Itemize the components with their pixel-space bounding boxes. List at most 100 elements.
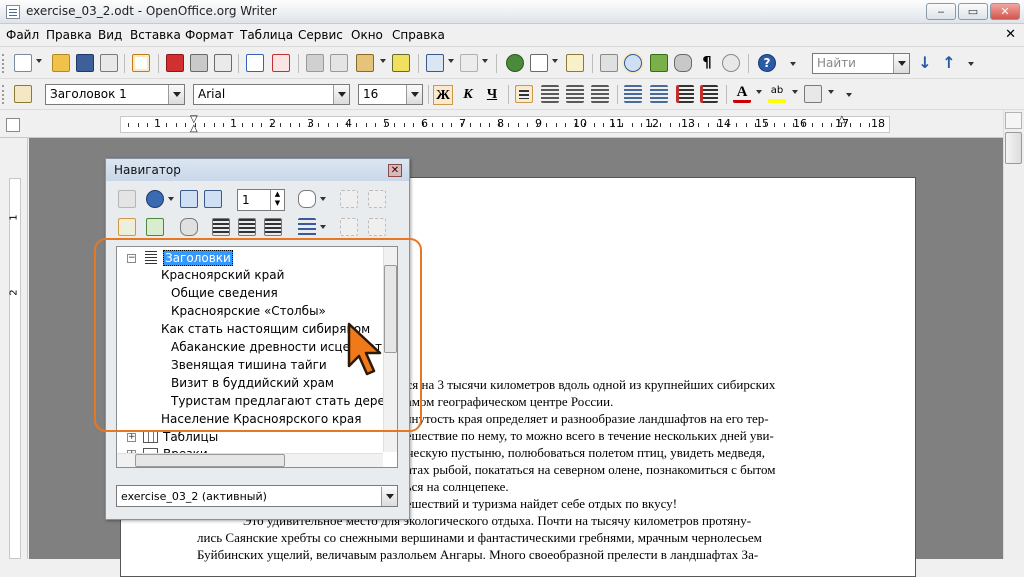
align-center-icon[interactable] [541, 85, 559, 103]
export-pdf-icon[interactable] [166, 54, 184, 72]
menu-help[interactable]: Справка [392, 28, 445, 42]
document-text-line: тешествий и туризма найдет себе отдых по… [400, 496, 678, 511]
find-replace-icon[interactable] [600, 54, 618, 72]
ruler-tick [318, 123, 319, 127]
vertical-scrollbar[interactable] [1003, 110, 1024, 559]
menu-table[interactable]: Таблица [240, 28, 293, 42]
navigation-icon[interactable] [146, 190, 164, 208]
align-left-icon[interactable] [515, 85, 533, 103]
maximize-button[interactable]: ▭ [958, 3, 988, 20]
cut-icon[interactable] [306, 54, 324, 72]
drag-mode-icon[interactable] [298, 190, 316, 208]
document-close-button[interactable]: ✕ [1005, 27, 1016, 42]
paste-icon[interactable] [356, 54, 374, 72]
ruler-tick [423, 123, 424, 127]
hyperlink-icon[interactable] [506, 54, 524, 72]
menu-edit[interactable]: Правка [46, 28, 92, 42]
ruler-number: 13 [681, 117, 695, 130]
menu-window[interactable]: Окно [351, 28, 383, 42]
minimize-button[interactable]: ‒ [926, 3, 956, 20]
italic-button[interactable]: К [458, 85, 478, 105]
increase-indent-icon[interactable] [700, 85, 718, 103]
paragraph-style-select[interactable]: Заголовок 1 [45, 84, 185, 105]
scroll-thumb[interactable] [1005, 132, 1022, 164]
background-color-icon[interactable] [804, 85, 822, 103]
align-right-icon[interactable] [566, 85, 584, 103]
indent-marker-icon[interactable]: △ [190, 123, 198, 134]
indent-marker-icon[interactable]: △ [838, 114, 846, 125]
set-reminder-icon[interactable] [146, 218, 164, 236]
font-name-select[interactable]: Arial [193, 84, 350, 105]
navigator-close-button[interactable]: ✕ [388, 164, 402, 177]
footer-icon[interactable] [238, 218, 256, 236]
ruler-tick [394, 123, 395, 127]
zoom-icon[interactable] [722, 54, 740, 72]
data-sources-icon[interactable] [674, 54, 692, 72]
previous-object-icon[interactable] [180, 190, 198, 208]
draw-functions-icon[interactable] [566, 54, 584, 72]
menu-format[interactable]: Формат [185, 28, 234, 42]
ruler-tick [233, 123, 234, 127]
format-paintbrush-icon[interactable] [392, 54, 410, 72]
anchor-text-icon[interactable] [264, 218, 282, 236]
help-icon[interactable]: ? [758, 54, 776, 72]
find-dropdown-button[interactable] [893, 54, 909, 73]
tree-horizontal-thumb[interactable] [135, 454, 285, 467]
tree-item-tables[interactable]: Таблицы [163, 430, 218, 444]
scroll-up-button[interactable] [1005, 112, 1022, 129]
nonprinting-characters-icon[interactable]: ¶ [698, 54, 716, 72]
redo-icon[interactable] [460, 54, 478, 72]
styles-formatting-icon[interactable] [14, 85, 32, 103]
navigator-icon[interactable] [624, 54, 642, 72]
ruler-tick [185, 123, 186, 127]
expand-tables-icon[interactable]: + [127, 433, 136, 442]
numbering-icon[interactable] [624, 85, 642, 103]
toggle-icon[interactable] [118, 190, 136, 208]
page-spin-buttons[interactable]: ▲ ▼ [270, 190, 284, 210]
font-color-icon[interactable]: A [733, 85, 751, 103]
font-name-dropdown[interactable] [333, 85, 349, 104]
close-button[interactable]: ✕ [990, 3, 1020, 20]
heading-levels-icon[interactable] [298, 218, 316, 236]
edit-mode-icon[interactable] [132, 54, 150, 72]
align-justify-icon[interactable] [591, 85, 609, 103]
next-object-icon[interactable] [204, 190, 222, 208]
content-view-icon[interactable] [118, 218, 136, 236]
new-document-icon[interactable] [14, 54, 32, 72]
undo-icon[interactable] [426, 54, 444, 72]
print-icon[interactable] [190, 54, 208, 72]
decrease-indent-icon[interactable] [676, 85, 694, 103]
menu-tools[interactable]: Сервис [298, 28, 343, 42]
highlighting-icon[interactable]: ab [768, 85, 786, 103]
menu-view[interactable]: Вид [98, 28, 122, 42]
underline-button[interactable]: Ч [482, 85, 502, 105]
save-icon[interactable] [76, 54, 94, 72]
menu-file[interactable]: Файл [6, 28, 39, 42]
spellcheck-icon[interactable] [246, 54, 264, 72]
active-document-select[interactable]: exercise_03_2 (активный) [116, 485, 398, 507]
bullets-icon[interactable] [650, 85, 668, 103]
find-previous-icon[interactable]: ↑ [940, 54, 958, 72]
copy-icon[interactable] [330, 54, 348, 72]
autospellcheck-icon[interactable] [272, 54, 290, 72]
font-size-dropdown[interactable] [406, 85, 422, 104]
ruler-tick [556, 123, 557, 127]
attachment-icon[interactable] [180, 218, 198, 236]
table-icon[interactable] [530, 54, 548, 72]
gallery-icon[interactable] [650, 54, 668, 72]
formatting-toolbar: Заголовок 1 Arial 16 Ж К Ч A ab [0, 79, 1024, 110]
active-document-dropdown[interactable] [381, 487, 397, 506]
demote-level-icon [368, 190, 386, 208]
navigator-title-bar[interactable]: Навигатор ✕ [106, 159, 409, 181]
header-icon[interactable] [212, 218, 230, 236]
ruler-tick [651, 123, 652, 127]
bold-button[interactable]: Ж [433, 85, 453, 105]
email-icon[interactable] [100, 54, 118, 72]
menu-insert[interactable]: Вставка [130, 28, 181, 42]
open-icon[interactable] [52, 54, 70, 72]
print-preview-icon[interactable] [214, 54, 232, 72]
find-next-icon[interactable]: ↓ [916, 54, 934, 72]
ruler-tick [527, 123, 528, 127]
ruler-tick [271, 123, 272, 127]
paragraph-style-dropdown[interactable] [168, 85, 184, 104]
